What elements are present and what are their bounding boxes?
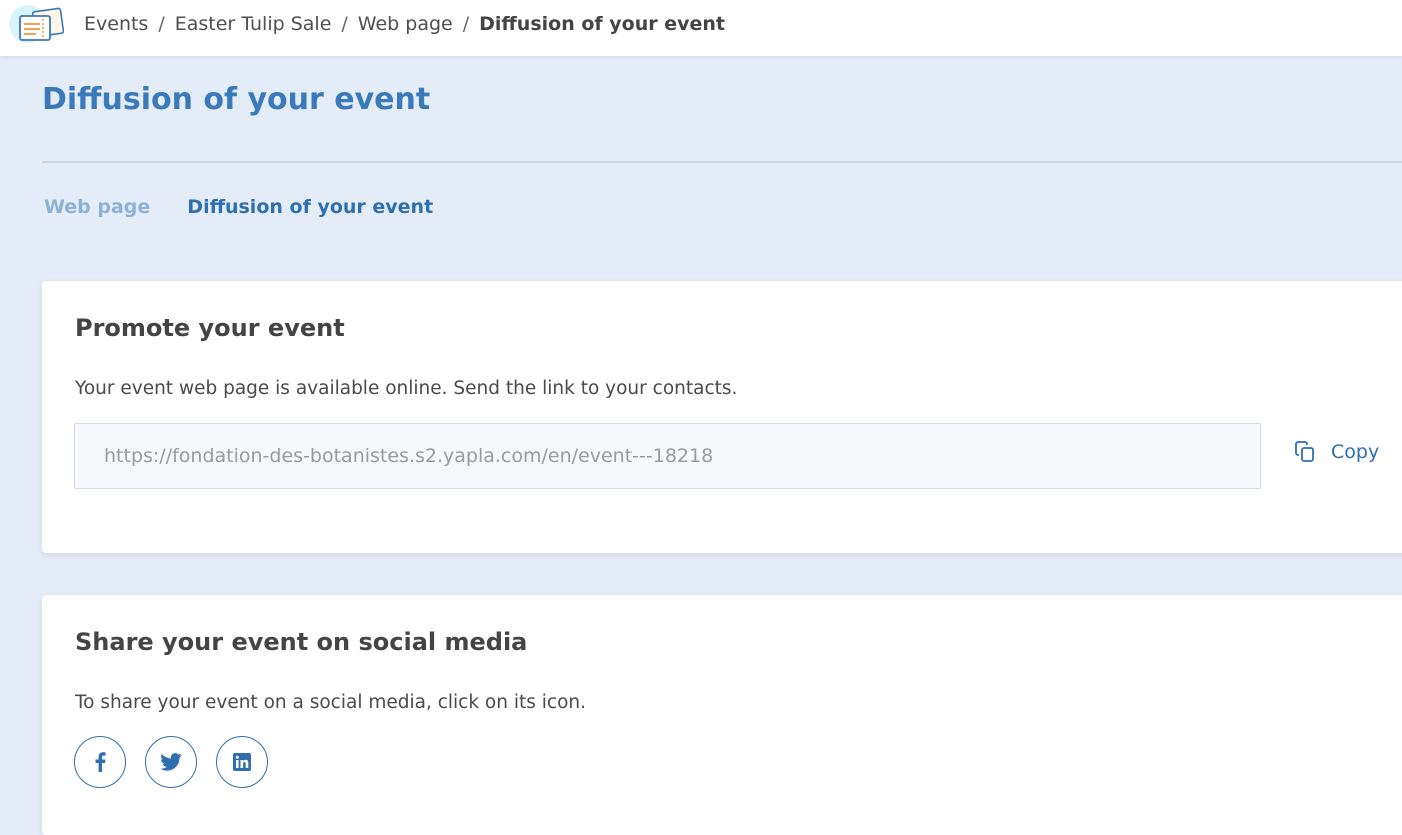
- event-url-field[interactable]: https://fondation-des-botanistes.s2.yapl…: [74, 423, 1261, 489]
- share-card: Share your event on social media To shar…: [42, 595, 1402, 835]
- top-bar: Events / Easter Tulip Sale / Web page / …: [0, 0, 1402, 56]
- promote-title: Promote your event: [75, 314, 345, 342]
- breadcrumb-separator: /: [158, 13, 165, 35]
- twitter-icon: [160, 753, 182, 771]
- share-description: To share your event on a social media, c…: [75, 692, 587, 713]
- facebook-share-button[interactable]: [74, 736, 126, 788]
- divider: [42, 161, 1402, 163]
- tab-diffusion[interactable]: Diffusion of your event: [187, 196, 433, 218]
- promote-description: Your event web page is available online.…: [75, 378, 738, 399]
- copy-button[interactable]: Copy: [1295, 441, 1379, 463]
- copy-label: Copy: [1331, 441, 1380, 463]
- breadcrumb-events[interactable]: Events: [84, 13, 148, 35]
- breadcrumb: Events / Easter Tulip Sale / Web page / …: [84, 11, 725, 37]
- tickets-logo-icon[interactable]: [8, 4, 64, 44]
- social-buttons: [74, 736, 268, 788]
- page-title: Diffusion of your event: [42, 82, 431, 117]
- breadcrumb-web-page[interactable]: Web page: [358, 13, 453, 35]
- breadcrumb-separator: /: [462, 13, 470, 35]
- tab-web-page[interactable]: Web page: [44, 196, 150, 218]
- linkedin-share-button[interactable]: [216, 736, 268, 788]
- share-title: Share your event on social media: [75, 628, 528, 656]
- twitter-share-button[interactable]: [145, 736, 197, 788]
- promote-card: Promote your event Your event web page i…: [42, 281, 1402, 553]
- breadcrumb-current: Diffusion of your event: [479, 13, 725, 35]
- tabs: Web page Diffusion of your event: [44, 196, 433, 218]
- copy-icon: [1295, 441, 1314, 462]
- facebook-icon: [95, 752, 106, 772]
- breadcrumb-event-name[interactable]: Easter Tulip Sale: [175, 13, 332, 35]
- breadcrumb-separator: /: [341, 13, 348, 35]
- linkedin-icon: [233, 753, 251, 771]
